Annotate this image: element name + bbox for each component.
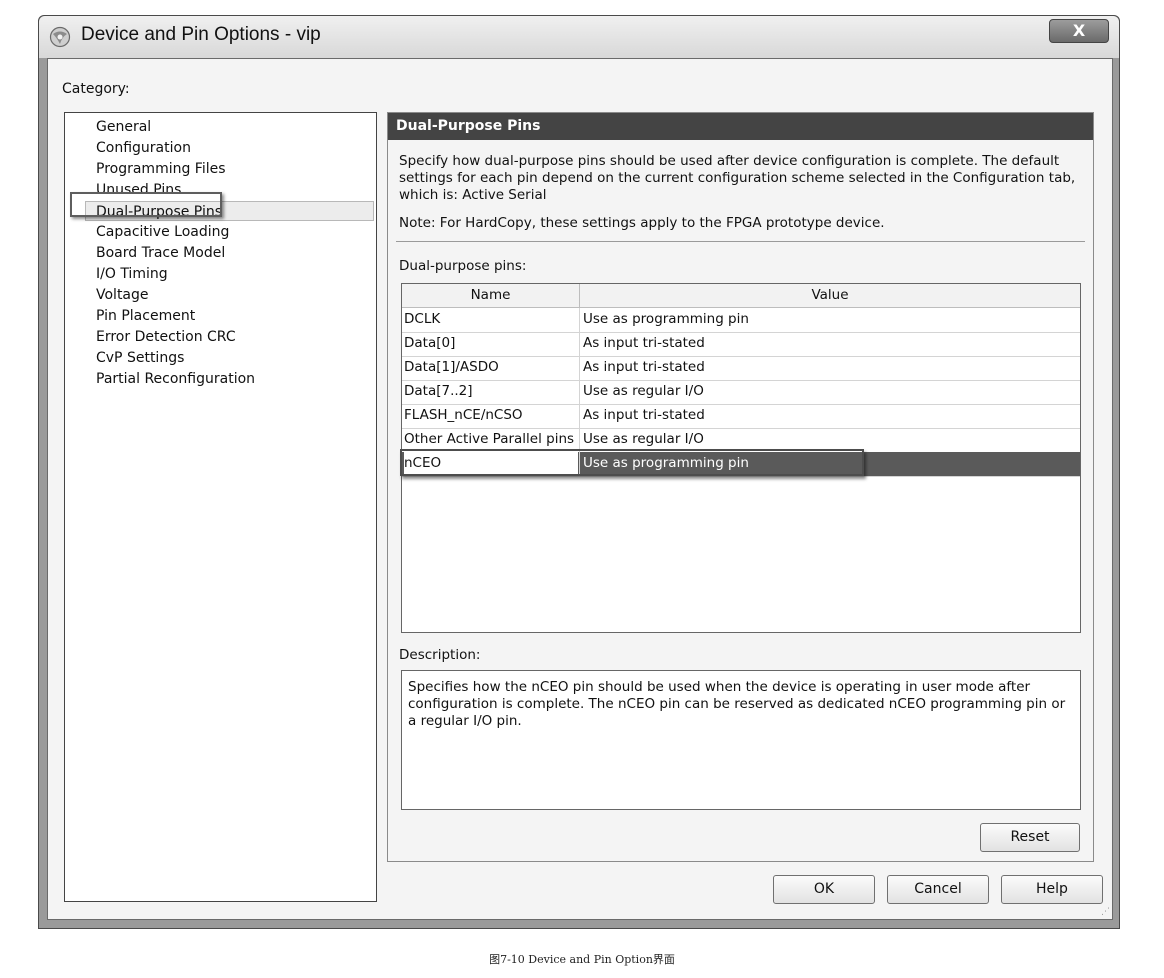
table-row[interactable]: FLASH_nCE/nCSO As input tri-stated [402, 404, 1080, 429]
pin-name-cell: Data[0] [404, 335, 456, 351]
category-item-general[interactable]: General [96, 117, 151, 137]
dual-purpose-pins-label: Dual-purpose pins: [399, 258, 527, 274]
pin-name-cell: FLASH_nCE/nCSO [404, 407, 523, 423]
close-icon: X [1072, 21, 1086, 40]
category-highlight-frame [70, 192, 222, 217]
row-highlight-frame [400, 449, 864, 476]
resize-grip-icon[interactable]: ⋰ [1101, 907, 1110, 917]
description-label: Description: [399, 647, 481, 663]
column-divider [579, 380, 580, 404]
category-item-cvp-settings[interactable]: CvP Settings [96, 348, 184, 368]
device-pin-options-window: Device and Pin Options - vip X Category:… [38, 15, 1120, 929]
category-item-io-timing[interactable]: I/O Timing [96, 264, 168, 284]
category-item-programming-files[interactable]: Programming Files [96, 159, 226, 179]
ok-button[interactable]: OK [773, 875, 875, 904]
dialog-body: Category: General Configuration Programm… [47, 58, 1113, 920]
pin-name-cell: Other Active Parallel pins [404, 431, 575, 447]
table-row[interactable]: Data[1]/ASDO As input tri-stated [402, 356, 1080, 381]
pin-name-cell: Data[1]/ASDO [404, 359, 499, 375]
panel-description: Specify how dual-purpose pins should be … [399, 153, 1076, 203]
category-item-error-detection-crc[interactable]: Error Detection CRC [96, 327, 236, 347]
column-divider [579, 308, 580, 332]
column-header-name[interactable]: Name [402, 284, 580, 308]
pin-value-cell[interactable]: As input tri-stated [583, 404, 1080, 427]
category-label: Category: [62, 81, 130, 97]
category-item-voltage[interactable]: Voltage [96, 285, 149, 305]
pin-value-cell[interactable]: As input tri-stated [583, 356, 1080, 379]
hardcopy-note: Note: For HardCopy, these settings apply… [399, 215, 885, 231]
table-row[interactable]: DCLK Use as programming pin [402, 308, 1080, 333]
category-item-capacitive-loading[interactable]: Capacitive Loading [96, 222, 229, 242]
dual-purpose-pins-table: Name Value DCLK Use as programming pin D… [400, 283, 1081, 633]
pin-value-cell[interactable]: Use as regular I/O [583, 428, 1080, 451]
table-row[interactable]: Data[7..2] Use as regular I/O [402, 380, 1080, 405]
column-divider [579, 404, 580, 428]
help-button[interactable]: Help [1001, 875, 1103, 904]
title-bar[interactable]: Device and Pin Options - vip X [39, 16, 1119, 58]
category-item-configuration[interactable]: Configuration [96, 138, 191, 158]
close-button[interactable]: X [1049, 19, 1109, 43]
pin-value-cell[interactable]: As input tri-stated [583, 332, 1080, 355]
category-item-board-trace-model[interactable]: Board Trace Model [96, 243, 225, 263]
category-item-pin-placement[interactable]: Pin Placement [96, 306, 195, 326]
figure-caption: 图7-10 Device and Pin Option界面 [489, 953, 675, 966]
column-divider [579, 356, 580, 380]
app-icon [49, 26, 71, 48]
pin-name-cell: DCLK [404, 311, 441, 327]
reset-button[interactable]: Reset [980, 823, 1080, 852]
column-header-value[interactable]: Value [580, 284, 1080, 308]
window-title: Device and Pin Options - vip [81, 24, 321, 45]
pin-name-cell: Data[7..2] [404, 383, 473, 399]
category-list: General Configuration Programming Files … [64, 112, 377, 902]
dual-purpose-pins-panel: Dual-Purpose Pins Specify how dual-purpo… [387, 112, 1094, 862]
panel-header: Dual-Purpose Pins [388, 113, 1093, 140]
table-row[interactable]: Data[0] As input tri-stated [402, 332, 1080, 357]
pin-value-cell[interactable]: Use as regular I/O [583, 380, 1080, 403]
pin-value-cell[interactable]: Use as programming pin [583, 308, 1080, 331]
separator [396, 241, 1085, 242]
column-divider [579, 332, 580, 356]
category-item-partial-reconfiguration[interactable]: Partial Reconfiguration [96, 369, 255, 389]
cancel-button[interactable]: Cancel [887, 875, 989, 904]
description-box: Specifies how the nCEO pin should be use… [401, 670, 1081, 810]
